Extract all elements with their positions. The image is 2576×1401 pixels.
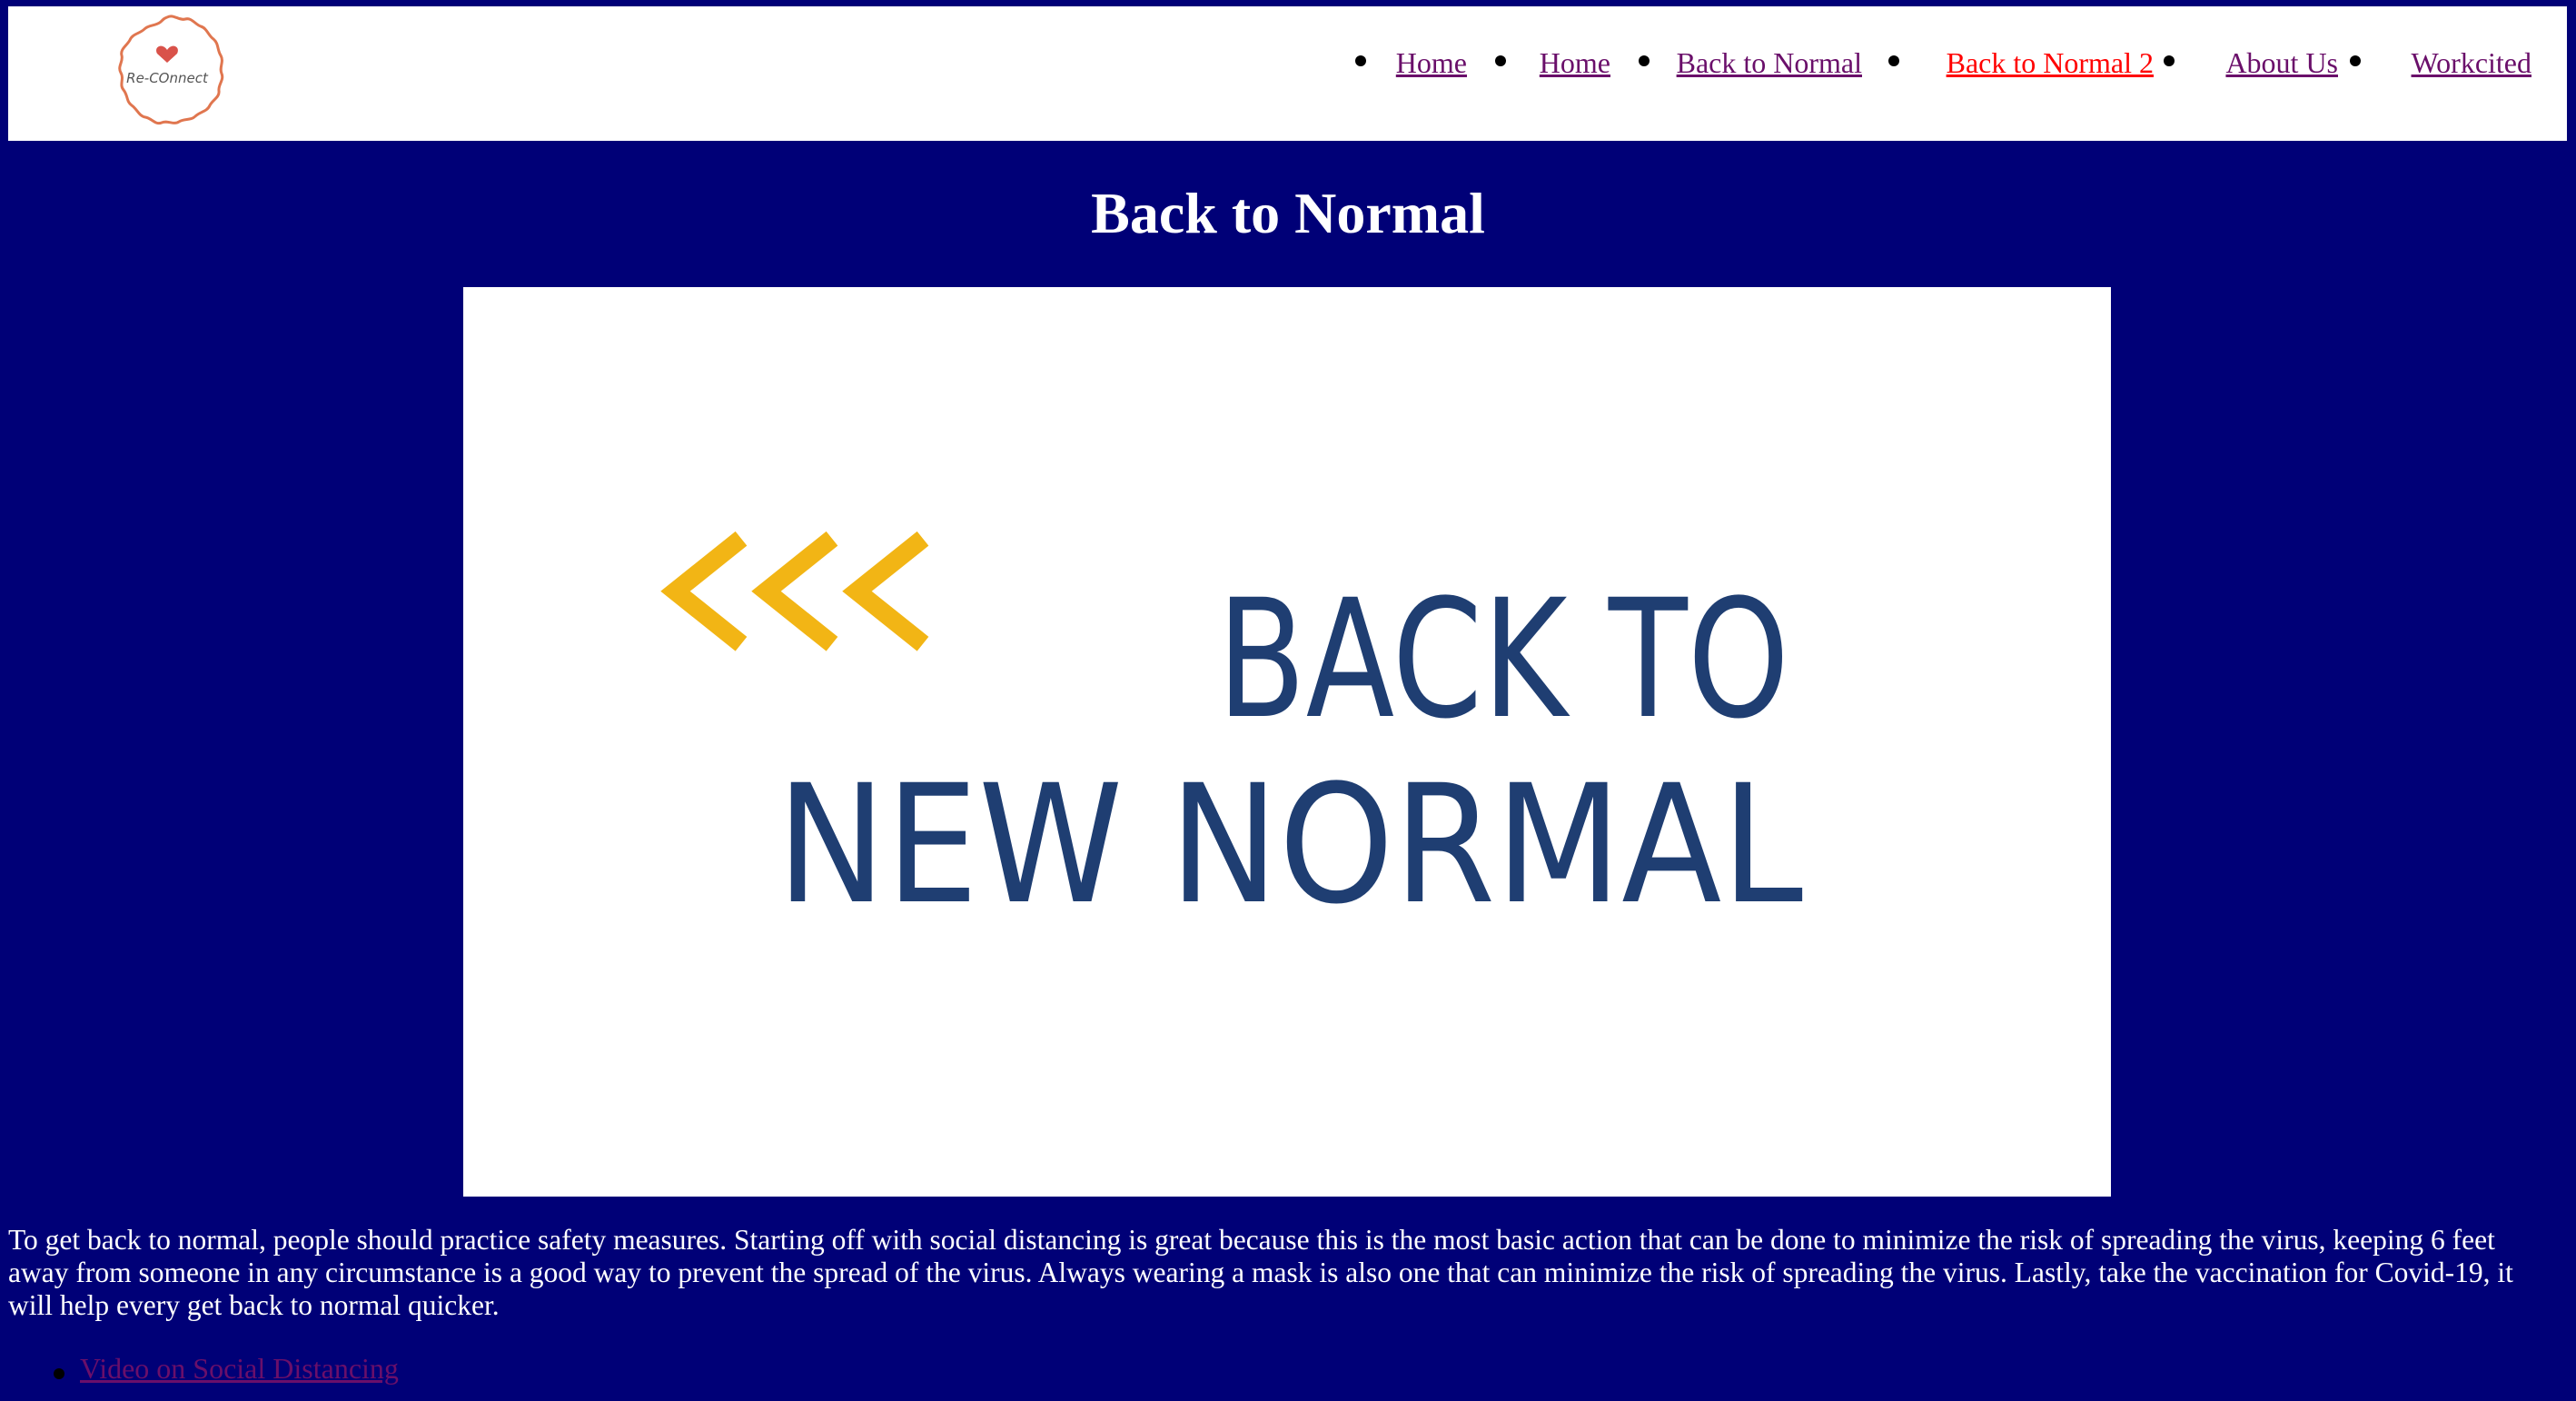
nav-bullet [2350,55,2361,66]
nav-item-back-to-normal-2[interactable]: Back to Normal 2 [1947,45,2154,81]
nav-link-workcited[interactable]: Workcited [2412,46,2531,79]
list-bullet [54,1368,64,1379]
top-nav-bar: Re-COnnect Home Home Back to Normal Back… [8,6,2567,141]
nav-item-about-us[interactable]: About Us [2225,45,2338,81]
left-arrows-icon [660,531,929,651]
nav-link-home-2[interactable]: Home [1540,46,1610,79]
nav-link-back-to-normal-2[interactable]: Back to Normal 2 [1947,46,2154,79]
logo-badge-icon: Re-COnnect [118,15,224,125]
body-paragraph: To get back to normal, people should pra… [8,1224,2513,1321]
back-to-new-normal-graphic: BACK TO NEW NORMAL [660,531,1803,940]
site-logo[interactable]: Re-COnnect [106,12,228,134]
logo-text: Re-COnnect [126,70,209,86]
nav-bullet [1888,55,1899,66]
hero-line-1: BACK TO [1217,565,1789,755]
nav-bullet [2164,55,2175,66]
nav-item-back-to-normal[interactable]: Back to Normal [1677,45,1862,81]
page-title: Back to Normal [1091,181,1485,245]
hero-image: BACK TO NEW NORMAL [463,287,2111,1197]
heart-icon [156,45,178,63]
nav-bullet [1355,55,1366,66]
nav-item-workcited[interactable]: Workcited [2412,45,2531,81]
nav-bullet [1495,55,1506,66]
nav-item-home-2[interactable]: Home [1540,45,1610,81]
hero-line-2: NEW NORMAL [777,750,1803,940]
nav-link-about-us[interactable]: About Us [2225,46,2338,79]
nav-link-home[interactable]: Home [1396,46,1467,79]
nav-bullet [1639,55,1650,66]
nav-link-back-to-normal[interactable]: Back to Normal [1677,46,1862,79]
video-link[interactable]: Video on Social Distancing [80,1350,399,1386]
nav-item-home[interactable]: Home [1396,45,1467,81]
